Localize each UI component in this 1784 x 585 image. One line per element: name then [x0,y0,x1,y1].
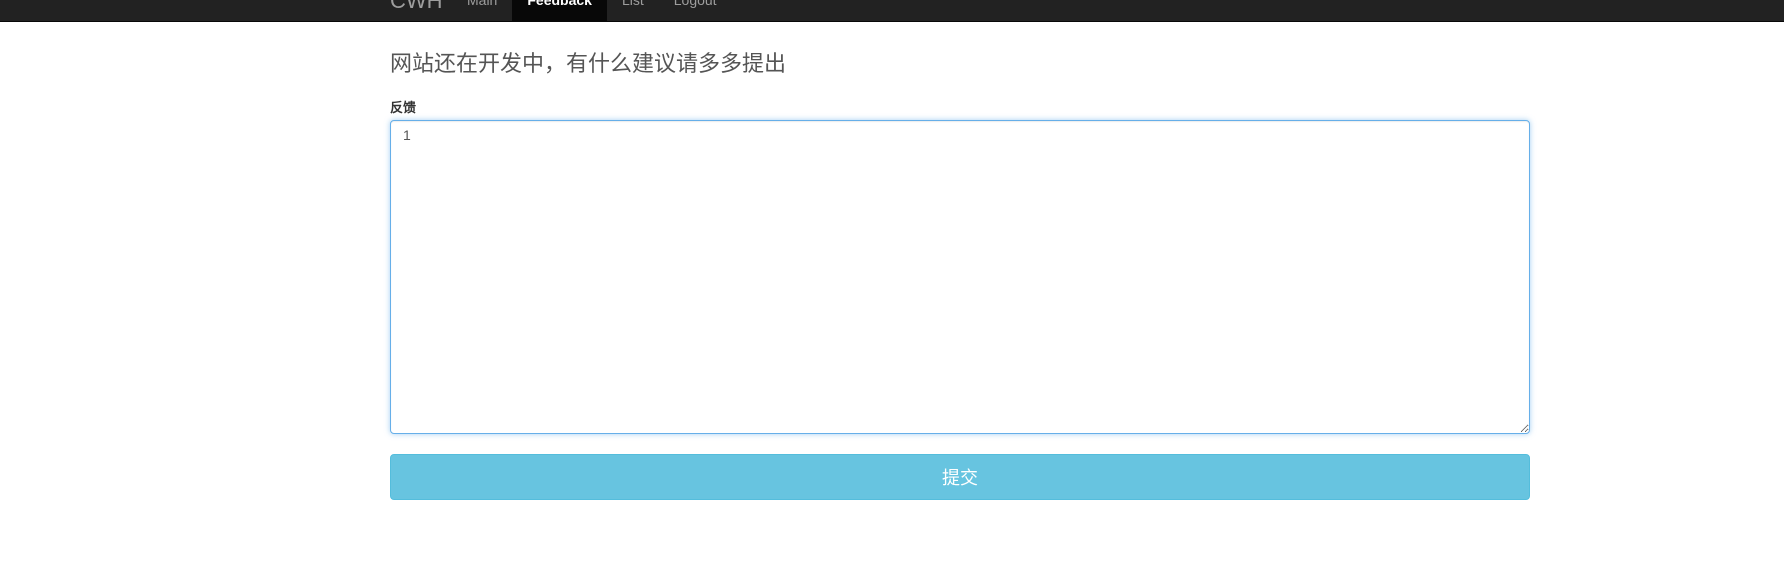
top-navbar: CWH Main Feedback List Logout [0,0,1784,22]
nav-link-label: List [621,0,644,8]
nav-link-list[interactable]: List [607,0,659,21]
navbar-brand[interactable]: CWH [390,0,443,14]
feedback-textarea[interactable]: 1 [390,120,1530,434]
nav-link-label: Feedback [527,0,592,8]
submit-button[interactable]: 提交 [390,454,1530,500]
nav-links: Main Feedback List Logout [452,0,732,21]
nav-link-label: Main [467,0,498,8]
nav-link-main[interactable]: Main [452,0,512,21]
nav-link-label: Logout [673,0,717,8]
nav-link-feedback[interactable]: Feedback [512,0,607,21]
feedback-label: 反馈 [390,101,417,116]
navbar-container: CWH Main Feedback List Logout [390,0,1530,21]
nav-link-logout[interactable]: Logout [659,0,732,21]
page-title: 网站还在开发中，有什么建议请多多提出 [390,52,787,77]
